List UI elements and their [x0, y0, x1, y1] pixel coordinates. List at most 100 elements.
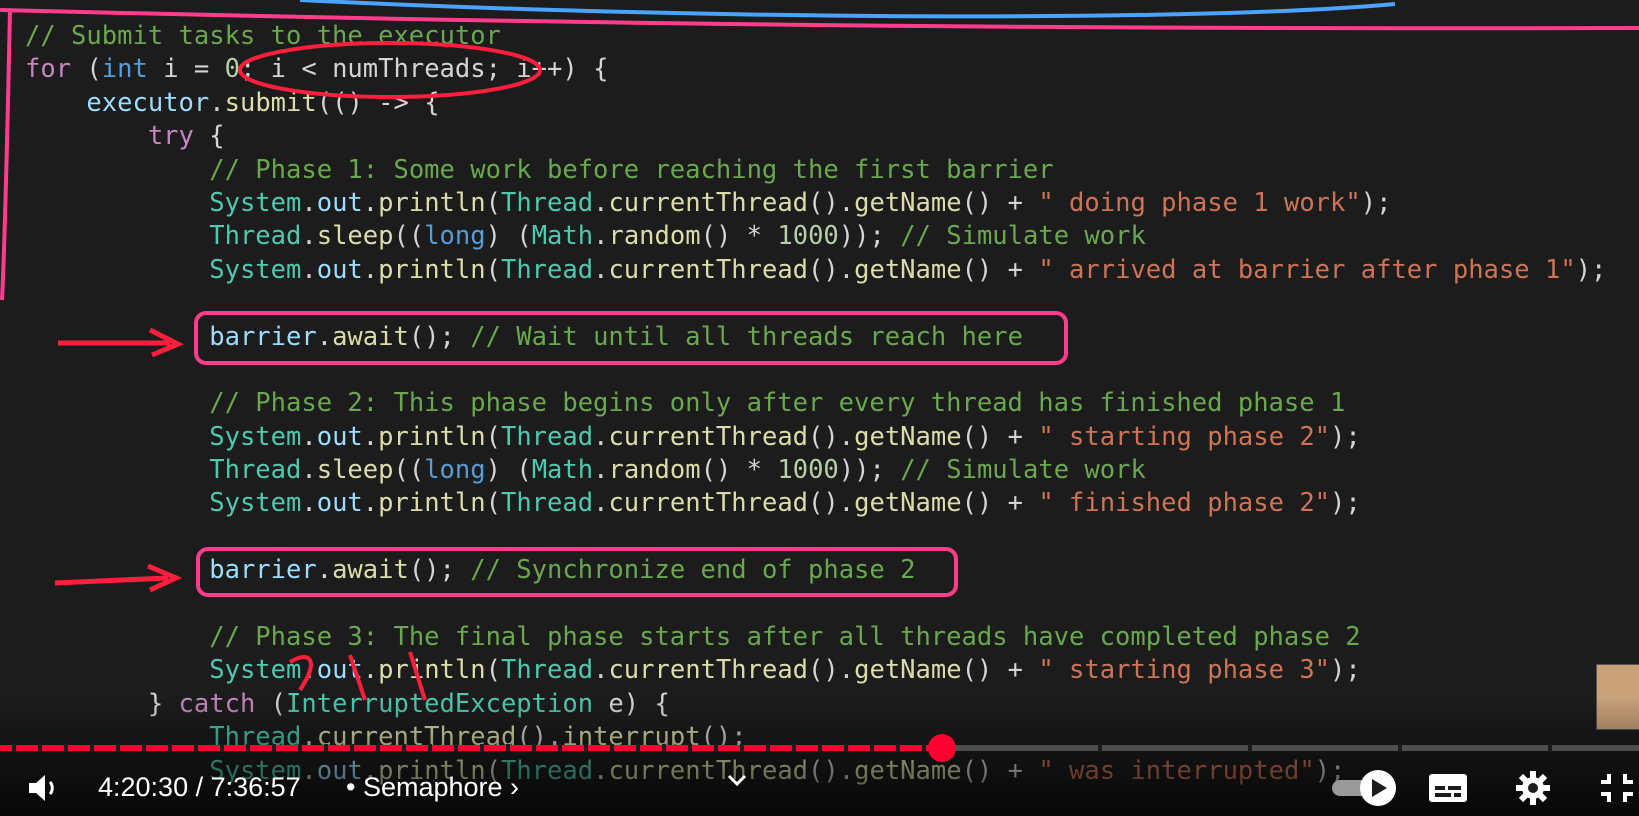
code-block: // Submit tasks to the executor for (int … [25, 20, 1606, 788]
code-token: println [378, 187, 486, 218]
exit-fullscreen-button[interactable] [1595, 768, 1639, 808]
code-line: System.out.println(Thread.currentThread(… [25, 187, 1606, 220]
time-total: 7:36:57 [210, 772, 301, 802]
chapter-marker [428, 744, 432, 752]
code-token: random [608, 455, 701, 486]
chapter-marker [402, 744, 406, 752]
code-token: " starting phase 3" [1038, 655, 1331, 686]
chapter-marker [142, 744, 146, 752]
code-token: " finished phase 2" [1038, 488, 1331, 519]
code-token: getName [854, 254, 962, 285]
code-token: . [593, 421, 609, 452]
code-token: Thread [500, 488, 594, 519]
time-current: 4:20:30 [98, 772, 189, 802]
code-token: (). [808, 655, 855, 686]
code-token: Thread [500, 655, 594, 686]
chapter-marker [766, 744, 770, 752]
chapter-marker [584, 744, 588, 752]
code-token: () + [961, 655, 1039, 686]
code-token: Thread [209, 455, 302, 486]
code-token: . [301, 187, 317, 218]
code-token: . [316, 321, 333, 352]
code-token: Thread [500, 421, 594, 452]
code-token: () + [961, 254, 1039, 285]
code-line: System.out.println(Thread.currentThread(… [25, 254, 1606, 287]
code-token: out [316, 187, 363, 218]
chapter-marker [64, 744, 68, 752]
chapter-marker [1248, 744, 1252, 752]
code-token: )); [838, 221, 885, 252]
code-token: // Submit tasks to the executor [25, 21, 501, 51]
code-token: () + [961, 421, 1039, 452]
autoplay-toggle-icon [1332, 770, 1396, 806]
code-token: . [362, 187, 379, 218]
code-token: sleep [316, 455, 394, 486]
blue-ink-stroke [299, 0, 1396, 19]
code-token: . [301, 221, 317, 252]
code-token: ); [1330, 421, 1361, 452]
code-token: long [424, 221, 486, 252]
player-controls: 4:20:30 / 7:36:57 • Semaphore › [0, 760, 1639, 816]
code-token: await [332, 321, 409, 352]
code-token: ); [1575, 254, 1607, 285]
chapter-marker [376, 744, 380, 752]
autoplay-toggle[interactable] [1330, 768, 1400, 808]
time-display: 4:20:30 / 7:36:57 [98, 772, 301, 803]
chapter-marker [116, 744, 120, 752]
time-separator: / [188, 772, 211, 802]
code-token: System [209, 488, 302, 519]
code-token: currentThread [608, 254, 809, 285]
chapter-marker [1548, 744, 1552, 752]
chapter-title-button[interactable]: • Semaphore › [346, 772, 519, 803]
code-token: ( [485, 254, 501, 285]
code-token: . [593, 488, 609, 519]
code-token: ( [485, 655, 501, 686]
code-token: ) ( [485, 455, 532, 486]
chapter-marker [740, 744, 744, 752]
code-token: println [378, 488, 486, 519]
chapter-marker [12, 744, 16, 752]
code-token: . [593, 187, 609, 218]
code-token: random [608, 221, 701, 252]
code-token: // Phase 2: This phase begins only after… [209, 388, 1346, 419]
code-line: try { [25, 120, 1606, 153]
code-token: " arrived at barrier after phase 1" [1038, 254, 1576, 285]
code-token: i = [147, 54, 225, 85]
chapters-expand-button[interactable] [722, 770, 752, 790]
code-token: Thread [209, 221, 302, 252]
code-token: getName [854, 187, 962, 218]
code-token: try [147, 121, 194, 152]
code-token: . [593, 455, 609, 486]
code-token: System [209, 655, 302, 686]
code-token: // Phase 1: Some work before reaching th… [209, 154, 1054, 185]
code-token: Math [531, 455, 594, 486]
code-token: (). [808, 187, 855, 218]
code-token: currentThread [608, 421, 809, 452]
settings-button[interactable] [1511, 768, 1555, 808]
volume-button[interactable] [22, 768, 66, 808]
code-token: ; i < numThreads; i++) { [239, 54, 609, 85]
code-token: currentThread [608, 655, 809, 686]
progress-bar[interactable] [0, 734, 1639, 762]
subtitles-button[interactable] [1425, 768, 1471, 808]
code-token: ( [71, 54, 102, 85]
code-token: // Phase 3: The final phase starts after… [209, 622, 1361, 653]
chapter-marker [168, 744, 172, 752]
chapter-marker [38, 744, 42, 752]
code-token: println [378, 655, 486, 686]
code-line: Thread.sleep((long) (Math.random() * 100… [25, 220, 1606, 253]
video-player[interactable]: // Submit tasks to the executor for (int … [0, 0, 1639, 816]
code-token: () * [700, 455, 778, 486]
code-token: long [424, 455, 486, 486]
chapter-marker [896, 744, 900, 752]
code-line: barrier.await(); // Wait until all threa… [25, 321, 1606, 354]
